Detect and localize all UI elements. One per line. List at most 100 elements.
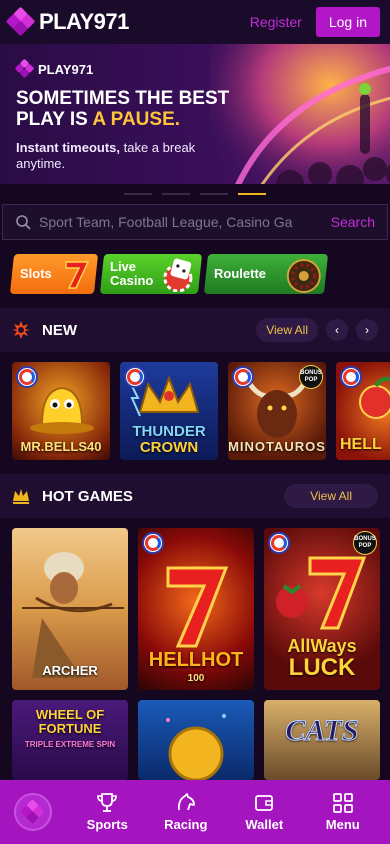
game-name-line2: FORTUNE <box>38 721 102 736</box>
game-tile-hellhot[interactable]: HELLHOT 100 <box>138 528 254 690</box>
nav-wallet-label: Wallet <box>245 817 284 832</box>
game-subname: 100 <box>187 673 205 684</box>
carousel-dot[interactable] <box>162 193 190 195</box>
game-name: HELLHOT <box>148 649 244 671</box>
logo-mark-icon <box>5 6 36 37</box>
nav-racing-label: Racing <box>164 817 208 832</box>
search-button[interactable]: Search <box>331 214 375 230</box>
provider-badge-icon <box>124 366 146 388</box>
new-games-row: MR.BELLS40 THUNDER CROWN BONUS POP MINOTA… <box>0 352 390 466</box>
chip-slots-label: Slots <box>20 266 52 281</box>
crown-icon <box>13 489 29 504</box>
banner-brand-name: PLAY971 <box>38 61 94 77</box>
top-header: PLAY971 Register Log in <box>0 0 390 44</box>
dice-chip-icon <box>163 258 193 292</box>
game-name: THUNDER CROWN <box>120 424 218 456</box>
game-name: WHEEL OF FORTUNE TRIPLE EXTREME SPIN <box>12 708 128 752</box>
game-tile-coin[interactable] <box>138 700 254 780</box>
trophy-icon <box>97 793 118 812</box>
carousel-dot[interactable] <box>124 193 152 195</box>
banner-brand: PLAY971 <box>14 58 94 79</box>
header-actions: Register Log in <box>250 7 380 37</box>
game-name: HELL <box>340 436 382 453</box>
gold-coin-art <box>166 714 226 780</box>
game-name: MINOTAUROS <box>228 439 326 454</box>
game-name: ARCHER <box>42 663 98 678</box>
game-tile-archer[interactable]: ARCHER <box>12 528 128 690</box>
nav-racing[interactable]: Racing <box>147 792 226 832</box>
roulette-wheel-icon <box>286 259 321 293</box>
game-tile-thunder-crown[interactable]: THUNDER CROWN <box>120 362 218 460</box>
bottom-nav: Sports Racing Wallet Menu <box>0 780 390 844</box>
subtitle-bold: Instant timeouts, <box>16 140 121 155</box>
provider-badge-icon <box>142 532 164 554</box>
brand-name: PLAY971 <box>39 9 129 34</box>
banner-subtitle: Instant timeouts, take a break anytime. <box>16 140 196 172</box>
headline-highlight: A PAUSE. <box>92 109 181 130</box>
app-page: PLAY971 Register Log in PLAY971 SOMETIME… <box>0 0 390 844</box>
provider-badge-icon <box>268 532 290 554</box>
nav-wallet[interactable]: Wallet <box>225 792 304 832</box>
grid-menu-icon <box>332 793 353 813</box>
nav-sports-label: Sports <box>86 817 128 832</box>
hot-section-title: HOT GAMES <box>42 487 133 505</box>
carousel-dot[interactable] <box>200 193 228 195</box>
game-name-line3: TRIPLE EXTREME SPIN <box>24 740 116 749</box>
game-tile-hell[interactable]: HELL <box>336 362 390 460</box>
banner-logo-icon <box>14 58 35 79</box>
brand-logo[interactable]: PLAY971 <box>5 6 129 37</box>
chip-slots[interactable]: Slots <box>9 254 99 294</box>
game-name-line2: CROWN <box>139 439 199 456</box>
new-section-header: NEW View All ‹ › <box>0 308 390 352</box>
game-name: CATS <box>285 714 359 748</box>
chip-roulette[interactable]: Roulette <box>203 254 329 294</box>
banner-headline: SOMETIMES THE BEST PLAY IS A PAUSE. <box>16 88 276 130</box>
hot-section-header: HOT GAMES View All <box>0 474 390 518</box>
search-icon <box>16 215 31 230</box>
new-section-title: NEW <box>42 321 77 339</box>
hot-games-grid: ARCHER HELLHOT 100 BONUS POP AllWays LUCK… <box>0 518 390 780</box>
new-view-all-button[interactable]: View All <box>256 318 318 342</box>
new-next-button[interactable]: › <box>356 319 378 341</box>
carousel-dots <box>0 184 390 204</box>
game-name-line1: AllWays <box>287 636 357 656</box>
game-name-line2: LUCK <box>288 654 356 681</box>
game-tile-wheel-of-fortune[interactable]: WHEEL OF FORTUNE TRIPLE EXTREME SPIN <box>12 700 128 780</box>
nav-sports[interactable]: Sports <box>68 792 147 832</box>
game-tile-minotauros[interactable]: BONUS POP MINOTAUROS <box>228 362 326 460</box>
provider-badge-icon <box>340 366 362 388</box>
seven-icon <box>65 261 90 289</box>
promo-banner[interactable]: PLAY971 SOMETIMES THE BEST PLAY IS A PAU… <box>0 44 390 184</box>
chip-live-line2: Casino <box>110 273 154 288</box>
chip-live-casino[interactable]: Live Casino <box>99 254 203 294</box>
search-input[interactable] <box>39 214 323 230</box>
chip-live-label: Live Casino <box>110 259 154 288</box>
horse-icon <box>177 793 195 811</box>
nav-menu[interactable]: Menu <box>304 792 383 832</box>
game-tile-mr-bells[interactable]: MR.BELLS40 <box>12 362 110 460</box>
game-name: MR.BELLS40 <box>20 439 102 454</box>
game-name-line1: THUNDER <box>132 423 206 440</box>
provider-badge-icon <box>232 366 254 388</box>
provider-badge-icon <box>16 366 38 388</box>
home-logo-icon <box>20 799 45 824</box>
new-prev-button[interactable]: ‹ <box>326 319 348 341</box>
game-tile-cats[interactable]: CATS <box>264 700 380 780</box>
category-chips: Slots Live Casino Roulette <box>0 240 390 300</box>
hot-view-all-button[interactable]: View All <box>284 484 378 508</box>
register-button[interactable]: Register <box>250 14 302 30</box>
carousel-dot-active[interactable] <box>238 193 266 195</box>
bonus-pop-badge: BONUS POP <box>299 365 323 389</box>
game-tile-allways-luck[interactable]: BONUS POP AllWays LUCK <box>264 528 380 690</box>
chip-live-line1: Live <box>110 259 137 274</box>
game-name: AllWays LUCK <box>264 635 380 680</box>
bonus-pop-badge: BONUS POP <box>353 531 377 555</box>
login-button[interactable]: Log in <box>315 7 380 37</box>
nav-menu-label: Menu <box>325 817 360 832</box>
wallet-icon <box>255 795 274 811</box>
chip-roulette-label: Roulette <box>214 266 266 281</box>
search-bar: Search <box>2 204 388 240</box>
game-name-line1: WHEEL OF <box>35 707 105 722</box>
burst-icon <box>12 321 30 339</box>
nav-home-button[interactable] <box>14 793 52 831</box>
